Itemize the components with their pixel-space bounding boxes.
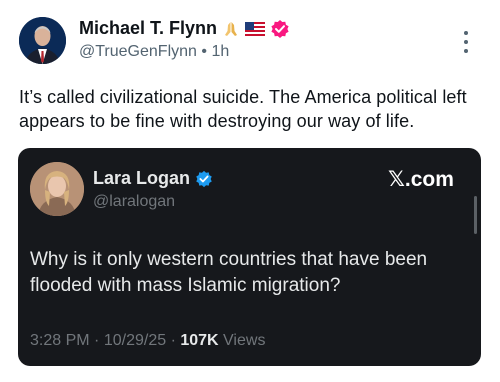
views-label: Views <box>223 332 266 349</box>
quoted-post-meta: 3:28 PM · 10/29/25 · 107K Views <box>30 332 265 350</box>
post-text: It’s called civilizational suicide. The … <box>19 87 467 131</box>
quoted-post-text: Why is it only western countries that ha… <box>30 249 428 296</box>
author-avatar[interactable] <box>19 17 66 64</box>
author-handle-row: @TrueGenFlynn • 1h <box>79 43 229 61</box>
quoted-author-handle[interactable]: @laralogan <box>93 193 175 211</box>
post-time[interactable]: 1h <box>211 43 229 60</box>
quoted-post-time[interactable]: 3:28 PM <box>30 332 90 349</box>
quoted-author-avatar[interactable] <box>30 162 84 216</box>
author-name-row: Michael T. Flynn <box>79 18 290 39</box>
meta-dot: · <box>170 332 176 349</box>
avatar-image <box>19 17 66 64</box>
quoted-avatar-image <box>30 162 84 216</box>
quoted-post-date[interactable]: 10/29/25 <box>104 332 166 349</box>
views-count: 107K <box>180 332 219 349</box>
quoted-author-name-row: Lara Logan <box>93 168 213 189</box>
x-brand-logo: 𝕏.com <box>388 168 454 191</box>
meta-dot: · <box>94 332 100 349</box>
praying-hands-icon <box>222 20 240 38</box>
more-options-icon[interactable] <box>462 31 470 53</box>
verified-checkmark-icon <box>195 170 213 188</box>
us-flag-icon <box>245 21 266 36</box>
meta-separator: • <box>201 43 207 60</box>
quoted-post-card[interactable]: Lara Logan @laralogan 𝕏.com Why is it on… <box>18 148 481 366</box>
scrollbar[interactable] <box>474 196 477 234</box>
author-name[interactable]: Michael T. Flynn <box>79 18 217 39</box>
verified-badge-icon <box>270 19 290 39</box>
quoted-author-name[interactable]: Lara Logan <box>93 168 190 189</box>
author-handle[interactable]: @TrueGenFlynn <box>79 43 197 60</box>
